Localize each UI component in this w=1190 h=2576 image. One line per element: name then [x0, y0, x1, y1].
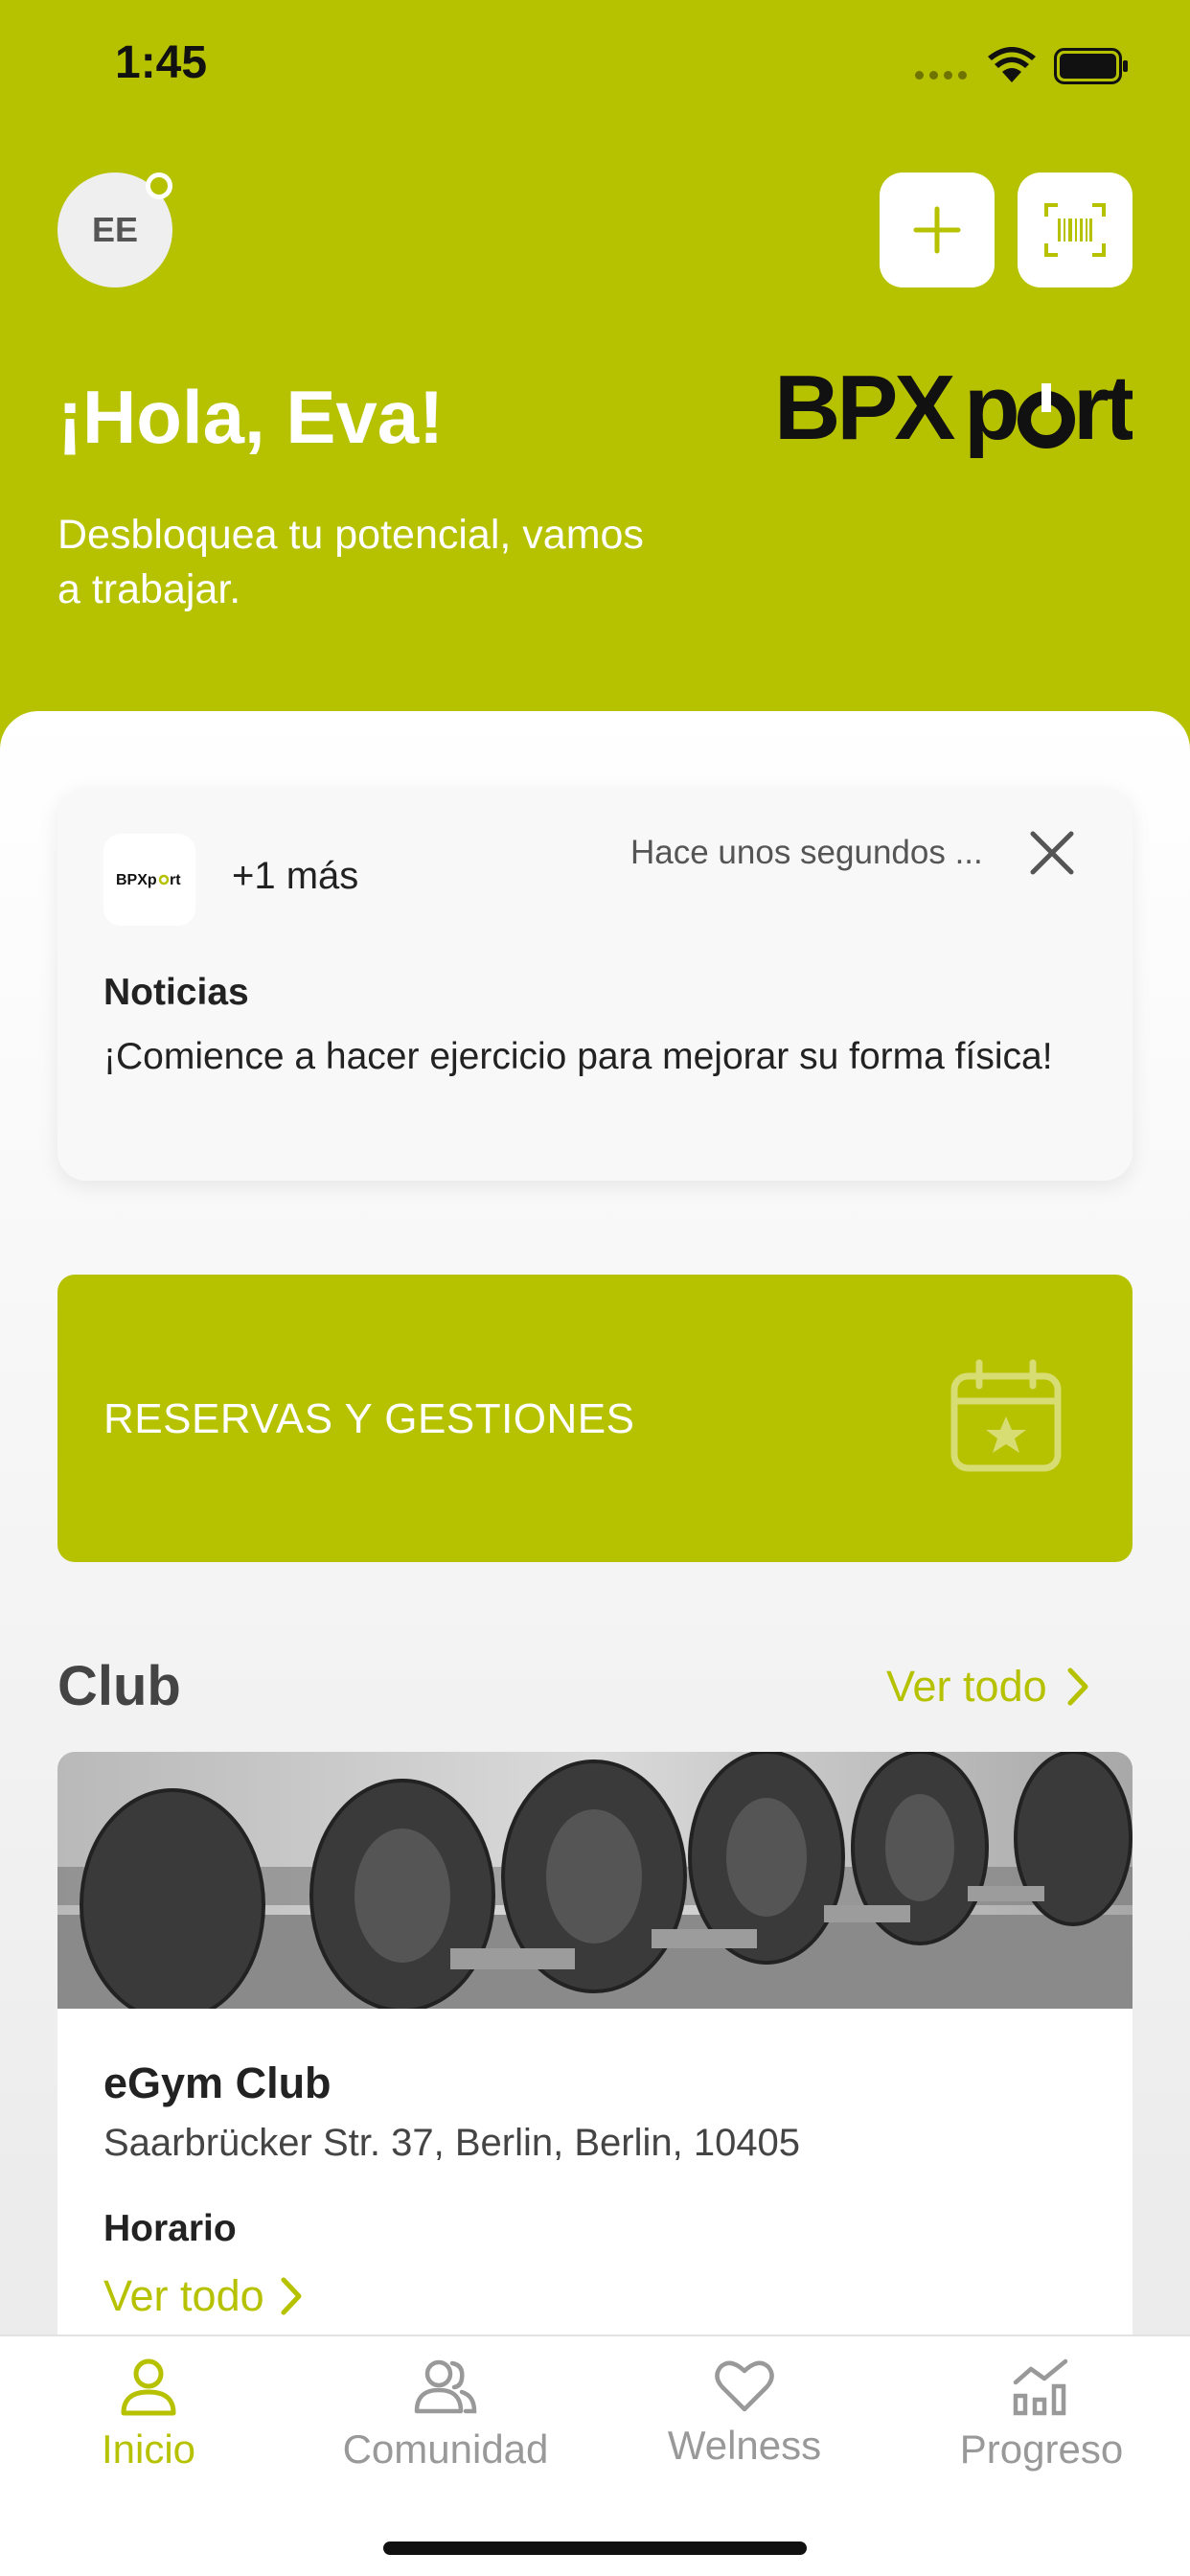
club-card[interactable]: eGym Club Saarbrücker Str. 37, Berlin, B…: [57, 1752, 1133, 2346]
nav-item-welness[interactable]: Welness: [601, 2358, 888, 2469]
nav-item-progreso[interactable]: Progreso: [898, 2358, 1185, 2472]
notification-title: Noticias: [103, 972, 249, 1013]
status-bar: 1:45: [0, 0, 1190, 134]
people-icon: [414, 2359, 477, 2414]
notification-logo: BPXp rt: [103, 834, 195, 926]
club-photo: [57, 1752, 1133, 2009]
nav-item-comunidad[interactable]: Comunidad: [302, 2358, 589, 2472]
barcode-scan-icon: [1044, 203, 1106, 257]
reservations-label: RESERVAS Y GESTIONES: [103, 1395, 635, 1442]
greeting-title: ¡Hola, Eva!: [57, 375, 445, 459]
scan-button[interactable]: [1018, 172, 1133, 288]
svg-text:rt: rt: [170, 872, 181, 888]
club-section-title: Club: [57, 1655, 181, 1717]
notification-body: ¡Comience a hacer ejercicio para mejorar…: [103, 1036, 1053, 1077]
nav-item-inicio[interactable]: Inicio: [5, 2358, 292, 2472]
nav-label-inicio: Inicio: [101, 2426, 196, 2472]
calendar-star-icon: [950, 1359, 1062, 1472]
add-button[interactable]: [880, 172, 995, 288]
bottom-nav: Inicio Comunidad Welness Progreso: [0, 2334, 1190, 2576]
nav-label-progreso: Progreso: [959, 2426, 1124, 2472]
wifi-icon: [988, 47, 1036, 82]
club-see-all-label: Ver todo: [886, 1662, 1047, 1711]
svg-text:p: p: [964, 362, 1017, 458]
notification-more-count: +1 más: [232, 855, 359, 897]
notification-card[interactable]: BPXp rt +1 más Hace unos segundos ... No…: [57, 788, 1133, 1181]
club-hours-link[interactable]: Ver todo: [103, 2271, 303, 2321]
person-icon: [121, 2358, 176, 2416]
club-name: eGym Club: [103, 2058, 332, 2107]
greeting-subtitle: Desbloquea tu potencial, vamos a trabaja…: [57, 512, 644, 612]
svg-text:BPXp: BPXp: [116, 872, 157, 888]
brand-logo-small: BPXp rt: [116, 872, 181, 888]
nav-label-comunidad: Comunidad: [342, 2426, 549, 2472]
club-hours-label: Horario: [103, 2208, 237, 2249]
svg-text:rt: rt: [1073, 362, 1133, 458]
home-indicator[interactable]: [383, 2542, 807, 2555]
avatar-status-dot: [146, 172, 172, 199]
heart-icon: [715, 2360, 774, 2412]
chevron-right-icon: [1067, 1668, 1088, 1706]
chevron-right-icon: [281, 2277, 302, 2315]
club-see-all-link[interactable]: Ver todo: [886, 1662, 1089, 1712]
club-hours-link-label: Ver todo: [103, 2271, 264, 2320]
notification-time: Hace unos segundos ...: [630, 834, 983, 871]
home-screen: 1:45 EE ¡Hola, Eva! Desbloquea tu potenc…: [0, 0, 1190, 2576]
club-address: Saarbrücker Str. 37, Berlin, Berlin, 104…: [103, 2122, 801, 2164]
status-time: 1:45: [115, 37, 208, 88]
svg-text:BPX: BPX: [774, 362, 955, 458]
plus-icon: [913, 206, 961, 254]
close-icon[interactable]: [1029, 830, 1075, 876]
brand-logo: BPX p rt: [774, 362, 1133, 458]
chart-icon: [1013, 2358, 1068, 2416]
cellular-signal-icon: [915, 71, 967, 80]
battery-icon: [1054, 48, 1128, 84]
reservations-button[interactable]: RESERVAS Y GESTIONES: [57, 1275, 1133, 1562]
nav-label-welness: Welness: [667, 2423, 822, 2468]
header: 1:45 EE ¡Hola, Eva! Desbloquea tu potenc…: [0, 0, 1190, 767]
